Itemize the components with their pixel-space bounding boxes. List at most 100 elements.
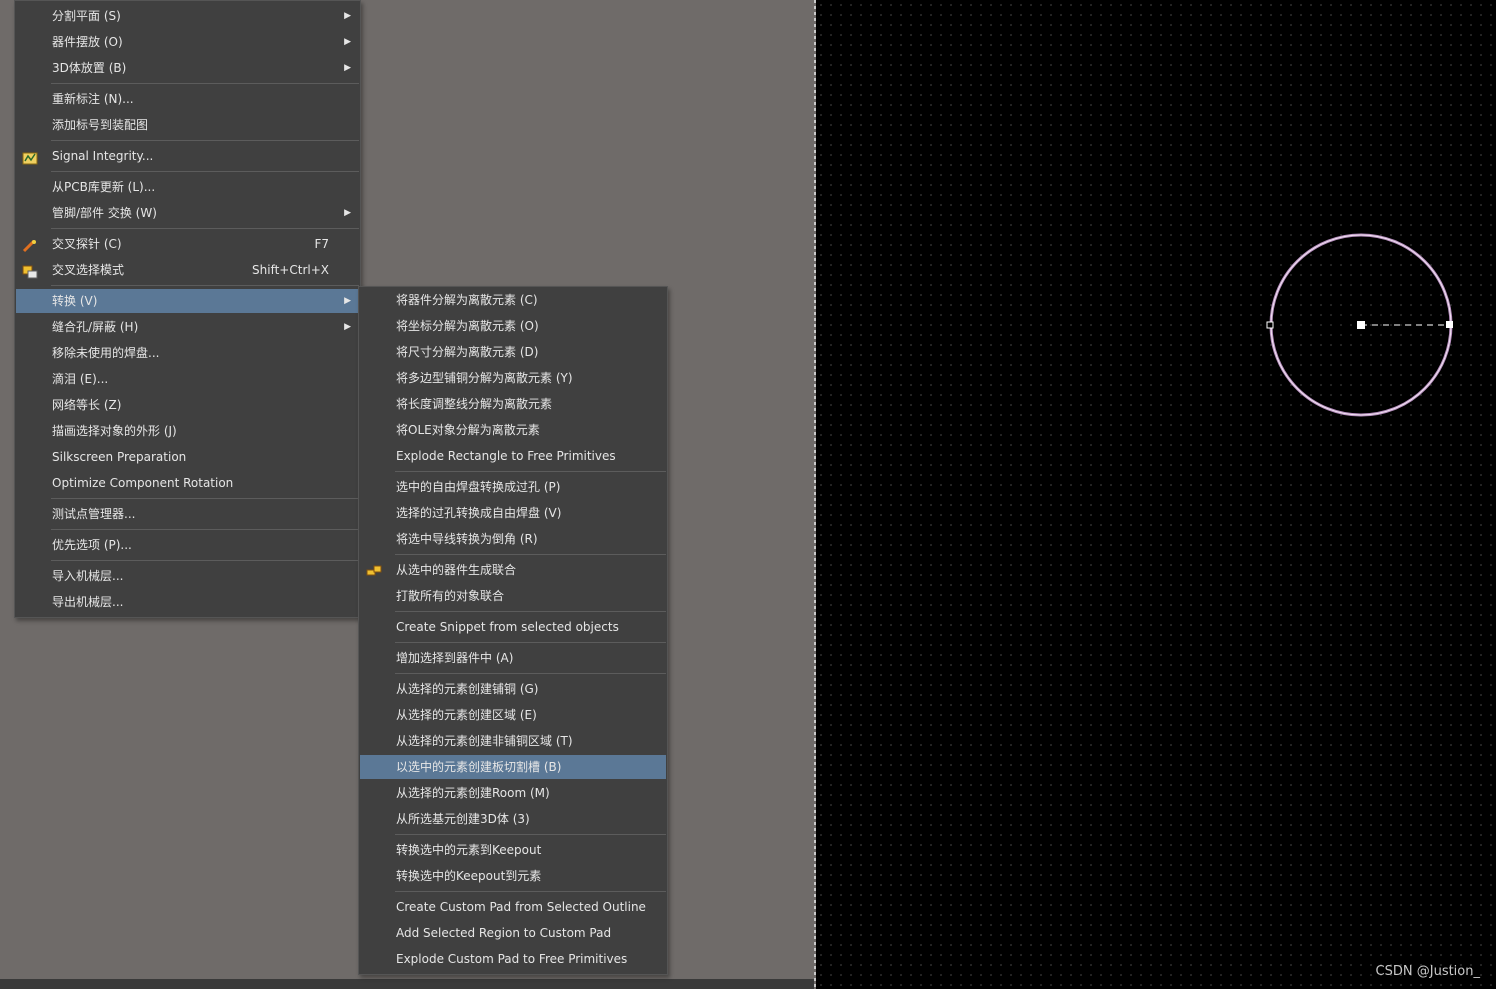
menu-item-label: 增加选择到器件中 (A) xyxy=(396,651,514,665)
menu-item[interactable]: 将坐标分解为离散元素 (O) xyxy=(360,314,666,338)
menu-item[interactable]: 将多边型铺铜分解为离散元素 (Y) xyxy=(360,366,666,390)
menu-item[interactable]: 描画选择对象的外形 (J) xyxy=(16,419,359,443)
watermark: CSDN @Justion_ xyxy=(1375,964,1480,979)
menu-item[interactable]: 移除未使用的焊盘... xyxy=(16,341,359,365)
menu-item-label: Silkscreen Preparation xyxy=(52,450,187,464)
menu-item-label: 缝合孔/屏蔽 (H) xyxy=(52,320,139,334)
menu-item-label: Optimize Component Rotation xyxy=(52,476,234,490)
menu-item-label: 以选中的元素创建板切割槽 (B) xyxy=(396,760,562,774)
menu-item-label: 网络等长 (Z) xyxy=(52,398,122,412)
menu-item[interactable]: 重新标注 (N)... xyxy=(16,87,359,111)
menu-item[interactable]: 从选择的元素创建非铺铜区域 (T) xyxy=(360,729,666,753)
menu-item-label: 测试点管理器... xyxy=(52,507,136,521)
menu-separator xyxy=(395,611,666,612)
menu-item[interactable]: 缝合孔/屏蔽 (H) ▶ xyxy=(16,315,359,339)
menu-item-label: 从选择的元素创建Room (M) xyxy=(396,786,550,800)
menu-item[interactable]: Explode Custom Pad to Free Primitives xyxy=(360,947,666,971)
menu-item-label: 将器件分解为离散元素 (C) xyxy=(396,293,538,307)
menu-item[interactable]: Create Custom Pad from Selected Outline xyxy=(360,895,666,919)
menu-item-label: 重新标注 (N)... xyxy=(52,92,134,106)
menu-item[interactable]: 管脚/部件 交换 (W) ▶ xyxy=(16,201,359,225)
menu-item[interactable]: Create Snippet from selected objects xyxy=(360,615,666,639)
radius-handle[interactable] xyxy=(1446,321,1453,328)
menu-item-label: 将多边型铺铜分解为离散元素 (Y) xyxy=(396,371,573,385)
menu-item-label: 将选中导线转换为倒角 (R) xyxy=(396,532,538,546)
menu-item-label: Explode Custom Pad to Free Primitives xyxy=(396,952,628,966)
menu-item[interactable]: 将选中导线转换为倒角 (R) xyxy=(360,527,666,551)
menu-item[interactable]: Add Selected Region to Custom Pad xyxy=(360,921,666,945)
menu-item-label: Create Custom Pad from Selected Outline xyxy=(396,900,646,914)
context-menu-convert-submenu: 将器件分解为离散元素 (C) 将坐标分解为离散元素 (O) 将尺寸分解为离散元素 (… xyxy=(358,286,668,975)
menu-item[interactable]: 以选中的元素创建板切割槽 (B) xyxy=(360,755,666,779)
menu-separator xyxy=(51,498,359,499)
menu-item[interactable]: 器件摆放 (O) ▶ xyxy=(16,30,359,54)
menu-item[interactable]: 选择的过孔转换成自由焊盘 (V) xyxy=(360,501,666,525)
menu-item[interactable]: 从选中的器件生成联合 xyxy=(360,558,666,582)
menu-item[interactable]: 将尺寸分解为离散元素 (D) xyxy=(360,340,666,364)
menu-item[interactable]: Optimize Component Rotation xyxy=(16,471,359,495)
submenu-arrow-icon: ▶ xyxy=(344,322,351,332)
menu-item[interactable]: 转换选中的元素到Keepout xyxy=(360,838,666,862)
menu-item-label: 转换选中的Keepout到元素 xyxy=(396,869,542,883)
center-handle[interactable] xyxy=(1357,321,1365,329)
menu-item-label: Create Snippet from selected objects xyxy=(396,620,619,634)
menu-item-label: 优先选项 (P)... xyxy=(52,538,132,552)
menu-item[interactable]: 打散所有的对象联合 xyxy=(360,584,666,608)
menu-item-label: 导出机械层... xyxy=(52,595,124,609)
menu-item[interactable]: 从选择的元素创建铺铜 (G) xyxy=(360,677,666,701)
cross-select-icon xyxy=(22,263,38,279)
submenu-arrow-icon: ▶ xyxy=(344,208,351,218)
menu-item[interactable]: 选中的自由焊盘转换成过孔 (P) xyxy=(360,475,666,499)
pcb-canvas[interactable] xyxy=(816,0,1496,989)
menu-separator xyxy=(395,642,666,643)
menu-item[interactable]: 交叉探针 (C) F7 xyxy=(16,232,359,256)
menu-item[interactable]: 导出机械层... xyxy=(16,590,359,614)
menu-item-label: 转换选中的元素到Keepout xyxy=(396,843,542,857)
menu-item[interactable]: 将长度调整线分解为离散元素 xyxy=(360,392,666,416)
menu-item-label: 将坐标分解为离散元素 (O) xyxy=(396,319,539,333)
menu-item[interactable]: 导入机械层... xyxy=(16,564,359,588)
menu-item-label: 打散所有的对象联合 xyxy=(396,589,505,603)
menu-item-label: 器件摆放 (O) xyxy=(52,35,123,49)
menu-item[interactable]: Signal Integrity... xyxy=(16,144,359,168)
menu-item-label: 从所选基元创建3D体 (3) xyxy=(396,812,530,826)
selected-circle-arc[interactable] xyxy=(1262,228,1462,423)
menu-item-label: 添加标号到装配图 xyxy=(52,118,149,132)
menu-item[interactable]: 分割平面 (S) ▶ xyxy=(16,4,359,28)
menu-item-label: 从选中的器件生成联合 xyxy=(396,563,517,577)
menu-item[interactable]: 优先选项 (P)... xyxy=(16,533,359,557)
menu-item[interactable]: 增加选择到器件中 (A) xyxy=(360,646,666,670)
menu-item-label: 从选择的元素创建非铺铜区域 (T) xyxy=(396,734,573,748)
submenu-arrow-icon: ▶ xyxy=(344,296,351,306)
menu-item-label: 交叉探针 (C) xyxy=(52,237,122,251)
menu-separator xyxy=(51,285,359,286)
menu-item[interactable]: 从选择的元素创建Room (M) xyxy=(360,781,666,805)
menu-item[interactable]: Explode Rectangle to Free Primitives xyxy=(360,444,666,468)
menu-item-label: 将OLE对象分解为离散元素 xyxy=(396,423,540,437)
menu-item[interactable]: 添加标号到装配图 xyxy=(16,113,359,137)
menu-item[interactable]: 交叉选择模式 Shift+Ctrl+X xyxy=(16,258,359,282)
menu-separator xyxy=(395,834,666,835)
menu-item[interactable]: 滴泪 (E)... xyxy=(16,367,359,391)
menu-item[interactable]: 测试点管理器... xyxy=(16,502,359,526)
status-strip xyxy=(0,979,816,989)
menu-item-label: 导入机械层... xyxy=(52,569,124,583)
menu-item-label: 移除未使用的焊盘... xyxy=(52,346,160,360)
menu-item[interactable]: 从选择的元素创建区域 (E) xyxy=(360,703,666,727)
menu-item-label: Signal Integrity... xyxy=(52,149,154,163)
menu-item[interactable]: 将OLE对象分解为离散元素 xyxy=(360,418,666,442)
menu-item-label: 分割平面 (S) xyxy=(52,9,121,23)
submenu-arrow-icon: ▶ xyxy=(344,37,351,47)
menu-item[interactable]: 3D体放置 (B) ▶ xyxy=(16,56,359,80)
signal-integrity-icon xyxy=(22,149,38,165)
left-handle[interactable] xyxy=(1266,321,1274,329)
menu-item[interactable]: 网络等长 (Z) xyxy=(16,393,359,417)
menu-separator xyxy=(395,673,666,674)
menu-item[interactable]: 转换选中的Keepout到元素 xyxy=(360,864,666,888)
menu-item[interactable]: Silkscreen Preparation xyxy=(16,445,359,469)
menu-item-label: 选中的自由焊盘转换成过孔 (P) xyxy=(396,480,561,494)
menu-item[interactable]: 从PCB库更新 (L)... xyxy=(16,175,359,199)
menu-item[interactable]: 从所选基元创建3D体 (3) xyxy=(360,807,666,831)
menu-item[interactable]: 转换 (V) ▶ xyxy=(16,289,359,313)
menu-item[interactable]: 将器件分解为离散元素 (C) xyxy=(360,288,666,312)
